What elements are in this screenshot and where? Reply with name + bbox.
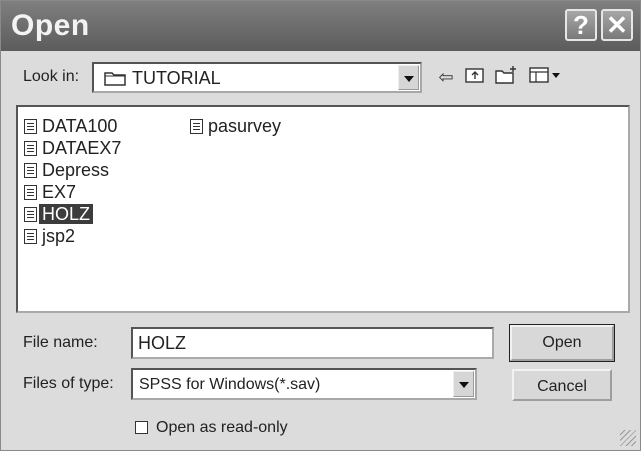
document-icon bbox=[24, 163, 37, 178]
folder-icon bbox=[104, 70, 126, 91]
document-icon bbox=[24, 229, 37, 244]
document-icon bbox=[24, 141, 37, 156]
document-icon bbox=[190, 119, 203, 134]
read-only-checkbox[interactable] bbox=[135, 421, 148, 434]
open-button[interactable]: Open bbox=[509, 324, 615, 362]
list-item[interactable]: EX7 bbox=[24, 181, 79, 203]
title-bar: Open ? ✕ bbox=[1, 1, 640, 51]
new-folder-icon[interactable] bbox=[493, 65, 519, 89]
list-item[interactable]: DATAEX7 bbox=[24, 137, 124, 159]
list-item-selected[interactable]: HOLZ bbox=[24, 203, 94, 225]
up-folder-icon[interactable] bbox=[462, 65, 488, 89]
file-name-label: File name: bbox=[23, 334, 98, 351]
dialog-title: Open bbox=[11, 9, 90, 42]
open-dialog: Open ? ✕ Look in: TUTORIAL ⇦ DATA100 DAT… bbox=[0, 0, 641, 451]
document-icon bbox=[24, 207, 37, 222]
cancel-button[interactable]: Cancel bbox=[512, 369, 612, 401]
list-item[interactable]: pasurvey bbox=[190, 115, 284, 137]
list-item[interactable]: jsp2 bbox=[24, 225, 78, 247]
list-item[interactable]: Depress bbox=[24, 159, 112, 181]
document-icon bbox=[24, 185, 37, 200]
back-icon[interactable]: ⇦ bbox=[433, 65, 459, 89]
look-in-value: TUTORIAL bbox=[132, 68, 221, 88]
read-only-label: Open as read-only bbox=[156, 419, 288, 436]
file-name-input[interactable] bbox=[131, 327, 494, 359]
resize-grip-icon[interactable] bbox=[620, 430, 636, 446]
views-menu-icon[interactable] bbox=[527, 65, 563, 89]
chevron-down-icon[interactable] bbox=[453, 371, 474, 397]
list-item[interactable]: DATA100 bbox=[24, 115, 120, 137]
files-of-type-value: SPSS for Windows(*.sav) bbox=[139, 376, 321, 393]
document-icon bbox=[24, 119, 37, 134]
help-icon[interactable]: ? bbox=[565, 9, 597, 41]
files-of-type-label: Files of type: bbox=[23, 375, 114, 392]
close-icon[interactable]: ✕ bbox=[601, 9, 633, 41]
file-list[interactable]: DATA100 DATAEX7 Depress EX7 HOLZ jsp2 pa… bbox=[16, 105, 630, 313]
look-in-dropdown[interactable]: TUTORIAL bbox=[92, 62, 422, 93]
files-of-type-dropdown[interactable]: SPSS for Windows(*.sav) bbox=[131, 368, 477, 400]
look-in-label: Look in: bbox=[23, 68, 80, 85]
chevron-down-icon[interactable] bbox=[398, 65, 419, 90]
